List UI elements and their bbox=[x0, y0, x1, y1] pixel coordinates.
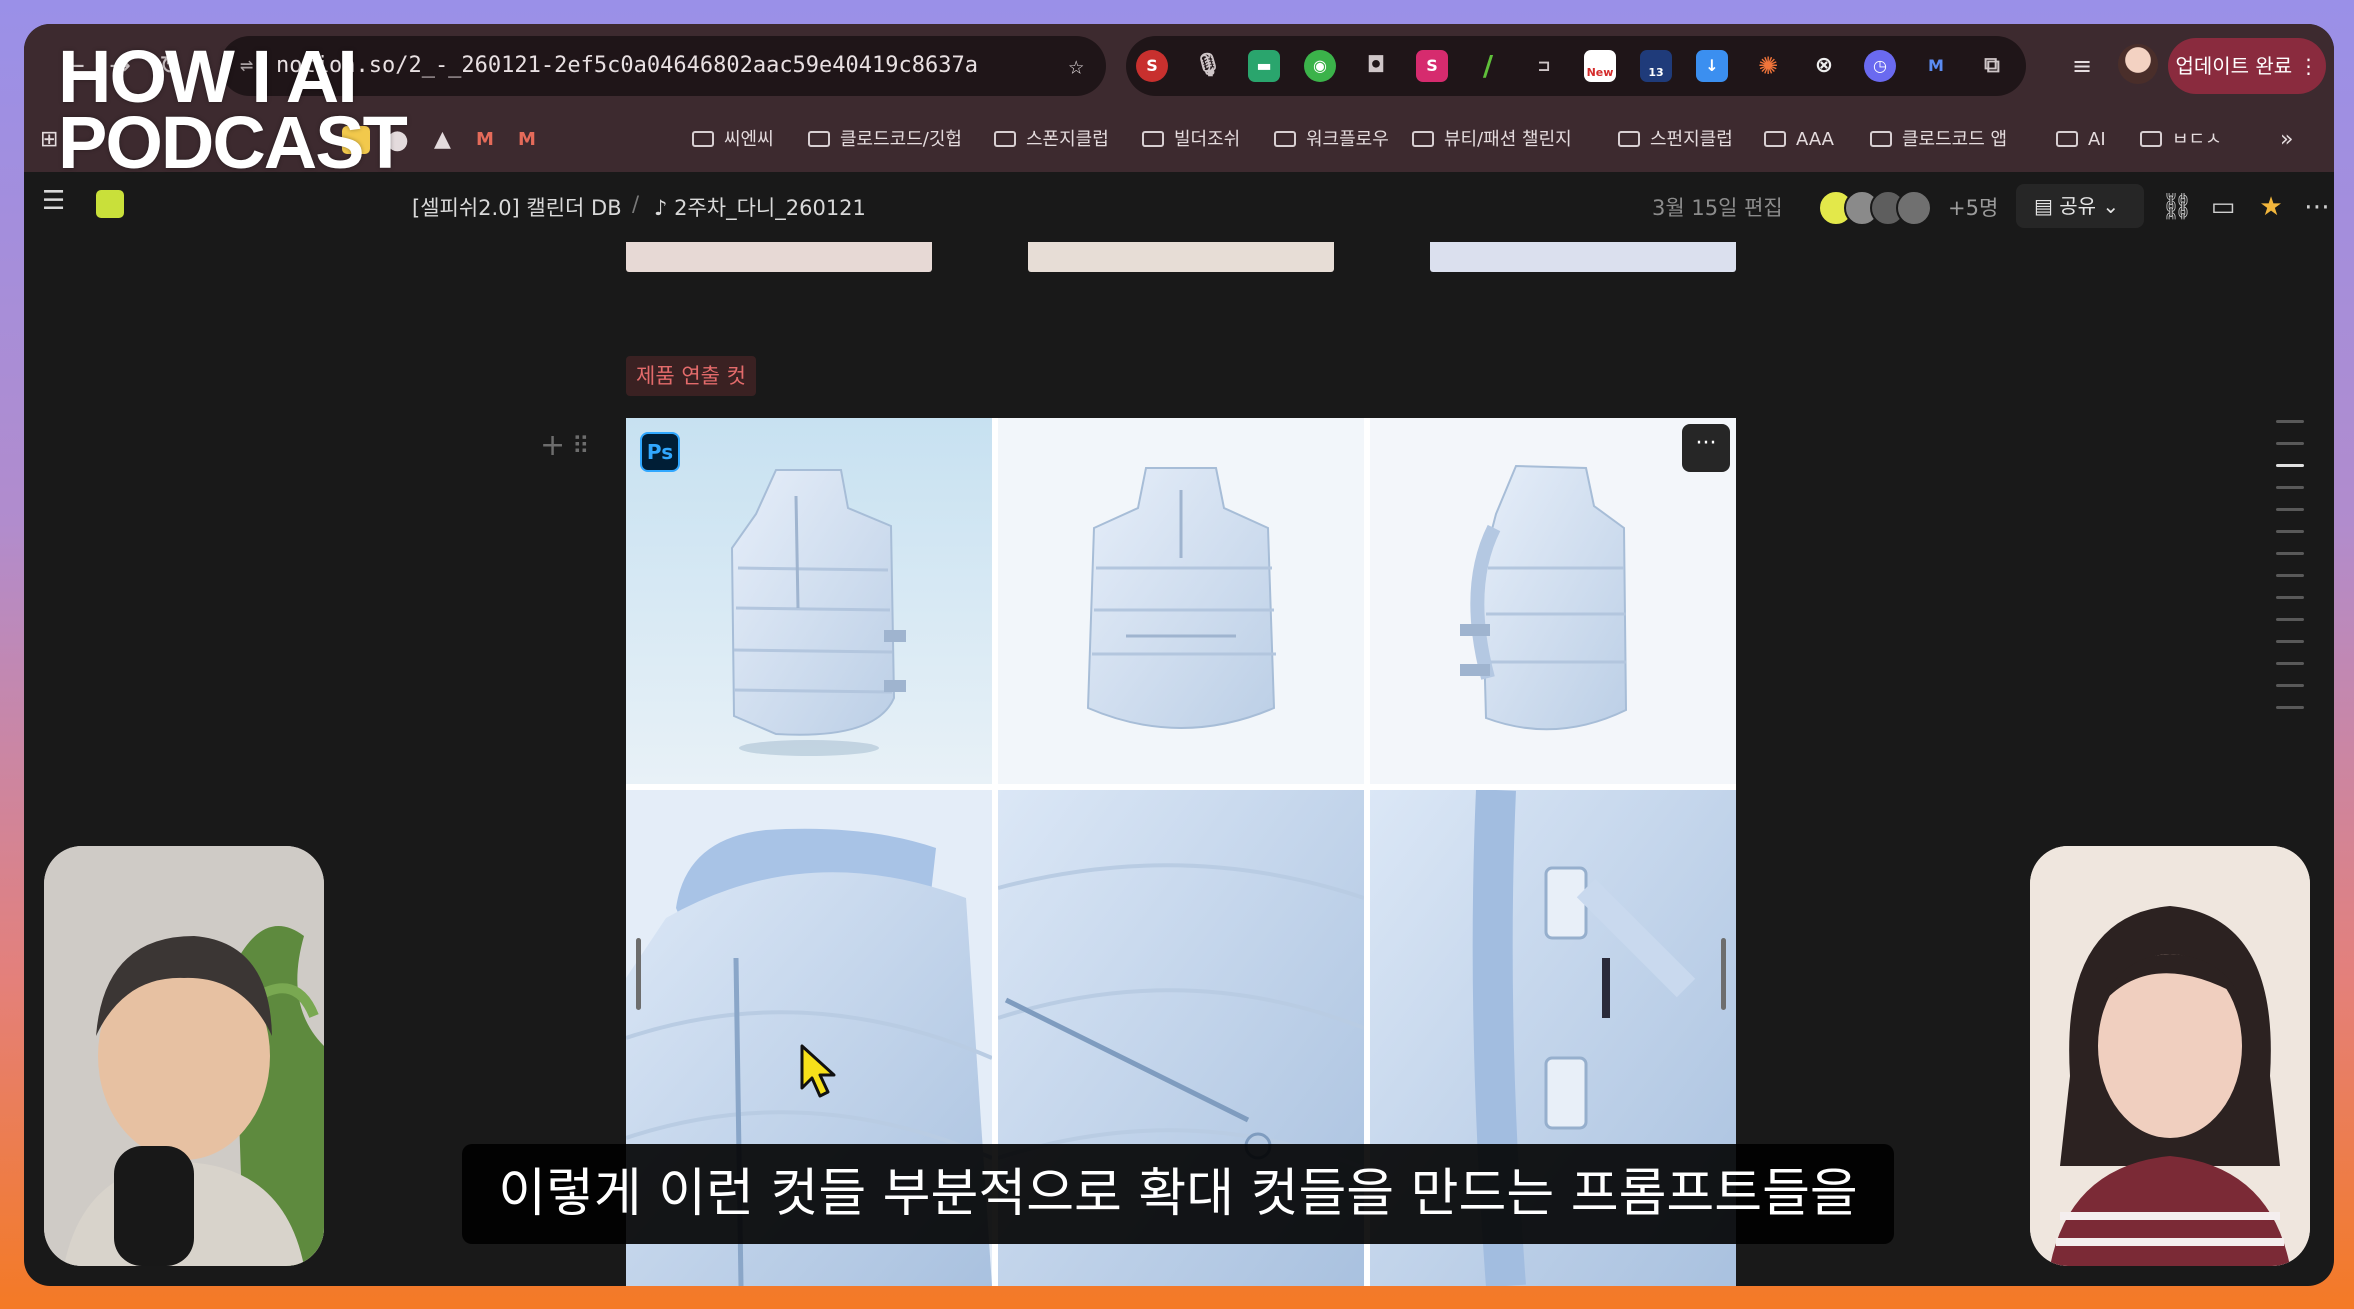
mouse-cursor-icon bbox=[800, 1044, 836, 1098]
folder-icon bbox=[2056, 131, 2078, 147]
comments-icon[interactable]: ▭ bbox=[2206, 190, 2240, 224]
bookmark-folder-11[interactable]: ㅂㄷㅅ bbox=[2140, 124, 2222, 156]
section-tag: 제품 연출 컷 bbox=[626, 356, 756, 396]
host-camera-left bbox=[44, 846, 324, 1266]
host-video-left bbox=[44, 846, 324, 1266]
collaborator-avatar-4[interactable] bbox=[1896, 190, 1932, 226]
bookmark-folder-7[interactable]: 스펀지클럽 bbox=[1618, 124, 1733, 156]
bookmark-folder-10[interactable]: AI bbox=[2056, 124, 2106, 156]
extensions-puzzle-icon[interactable]: ⧉ bbox=[1976, 50, 2008, 82]
folder-icon bbox=[808, 131, 830, 147]
share-button[interactable]: ▤ 공유 ⌄ bbox=[2016, 184, 2144, 228]
extension-chat-icon[interactable]: ▬ bbox=[1248, 50, 1280, 82]
extension-download-icon[interactable]: ↓ bbox=[1696, 50, 1728, 82]
breadcrumb-db[interactable]: [셀피쉬2.0] 캘린더 DB bbox=[412, 192, 622, 222]
gmail-icon-1[interactable]: M bbox=[476, 124, 494, 156]
share-icon: ▤ bbox=[2034, 194, 2053, 218]
bookmark-folder-5[interactable]: 워크플로우 bbox=[1274, 124, 1389, 156]
folder-icon bbox=[1764, 131, 1786, 147]
extension-s-icon[interactable]: S bbox=[1136, 50, 1168, 82]
bookmark-triangle-icon[interactable]: ▲ bbox=[434, 124, 451, 156]
extension-aperture-icon[interactable]: ⊗ bbox=[1808, 50, 1840, 82]
bookmark-folder-4[interactable]: 빌더조쉬 bbox=[1142, 124, 1240, 156]
microphone-icon[interactable]: 🎙 bbox=[1192, 50, 1224, 82]
host-camera-right bbox=[2030, 846, 2310, 1266]
extension-box-icon[interactable]: ⊐ bbox=[1528, 50, 1560, 82]
extension-calendar-icon[interactable]: 13 bbox=[1640, 50, 1672, 82]
extensions-area: S 🎙 ▬ ◉ ◘ S / ⊐ New 13 ↓ ✺ ⊗ ◷ M ⧉ bbox=[1126, 36, 2026, 96]
bookmark-star-icon[interactable]: ☆ bbox=[1068, 36, 1084, 96]
extension-m-icon[interactable]: M bbox=[1920, 50, 1952, 82]
breadcrumb-separator: / bbox=[632, 192, 640, 216]
folder-icon bbox=[994, 131, 1016, 147]
apps-grid-icon[interactable]: ⊞ bbox=[40, 124, 58, 156]
bookmark-folder-2[interactable]: 클로드코드/깃헙 bbox=[808, 124, 962, 156]
drag-handle-icon[interactable]: ⠿ bbox=[572, 432, 590, 460]
bookmark-folder-9[interactable]: 클로드코드 앱 bbox=[1870, 124, 2007, 156]
image-more-button[interactable]: ··· bbox=[1682, 424, 1730, 472]
more-bookmarks-icon[interactable]: » bbox=[2280, 124, 2293, 156]
extension-globe-icon[interactable]: ◉ bbox=[1304, 50, 1336, 82]
folder-icon bbox=[1274, 131, 1296, 147]
sidebar-toggle-icon[interactable]: ☰ bbox=[42, 186, 65, 216]
gmail-icon-2[interactable]: M bbox=[518, 124, 536, 156]
profile-avatar[interactable] bbox=[2118, 44, 2158, 84]
gallery-thumb[interactable] bbox=[626, 242, 932, 272]
video-subtitle: 이렇게 이런 컷들 부분적으로 확대 컷들을 만드는 프롬프트들을 bbox=[462, 1144, 1894, 1244]
page-outline-scroller[interactable] bbox=[2276, 420, 2304, 728]
folder-icon bbox=[692, 131, 714, 147]
extension-s2-icon[interactable]: S bbox=[1416, 50, 1448, 82]
folder-icon bbox=[1618, 131, 1640, 147]
workspace-icon[interactable] bbox=[96, 190, 124, 218]
folder-icon bbox=[1870, 131, 1892, 147]
add-block-icon[interactable]: + bbox=[540, 428, 565, 463]
host-video-right bbox=[2030, 846, 2310, 1266]
photoshop-icon: Ps bbox=[640, 432, 680, 472]
podcast-logo: HOW I AI PODCAST bbox=[58, 35, 408, 184]
folder-icon bbox=[1142, 131, 1164, 147]
favorite-star-icon[interactable]: ★ bbox=[2254, 190, 2288, 224]
bookmark-folder-8[interactable]: AAA bbox=[1764, 124, 1834, 156]
extension-new-icon[interactable]: New bbox=[1584, 50, 1616, 82]
gallery-thumb[interactable] bbox=[1028, 242, 1334, 272]
bookmark-folder-6[interactable]: 뷰티/패션 챌린지 bbox=[1412, 124, 1572, 156]
bookmark-folder-3[interactable]: 스폰지클럽 bbox=[994, 124, 1109, 156]
resize-handle-left[interactable] bbox=[636, 938, 641, 1010]
link-icon[interactable]: ⛓ bbox=[2160, 190, 2194, 224]
media-control-icon[interactable]: ≡ bbox=[2064, 48, 2100, 84]
more-collaborators[interactable]: +5명 bbox=[1948, 192, 1998, 222]
more-options-icon[interactable]: ⋯ bbox=[2300, 190, 2334, 224]
app-window: ← → ↻ ⇌ notion.so/2_-_260121-2ef5c0a0464… bbox=[24, 24, 2334, 1286]
tiktok-icon: ♪ bbox=[654, 196, 668, 220]
last-edited: 3월 15일 편집 bbox=[1652, 196, 1783, 220]
folder-icon bbox=[2140, 131, 2162, 147]
camera-icon[interactable]: ◘ bbox=[1360, 50, 1392, 82]
extension-claude-icon[interactable]: ✺ bbox=[1752, 50, 1784, 82]
update-button[interactable]: 업데이트 완료 ⋮ bbox=[2168, 38, 2326, 94]
folder-icon bbox=[1412, 131, 1434, 147]
extension-pen-icon[interactable]: / bbox=[1472, 50, 1504, 82]
gallery-thumb[interactable] bbox=[1430, 242, 1736, 272]
extension-clock-icon[interactable]: ◷ bbox=[1864, 50, 1896, 82]
bookmark-folder-1[interactable]: 씨엔씨 bbox=[692, 124, 774, 156]
resize-handle-right[interactable] bbox=[1721, 938, 1726, 1010]
breadcrumb-page[interactable]: ♪ 2주차_다니_260121 bbox=[654, 192, 866, 222]
